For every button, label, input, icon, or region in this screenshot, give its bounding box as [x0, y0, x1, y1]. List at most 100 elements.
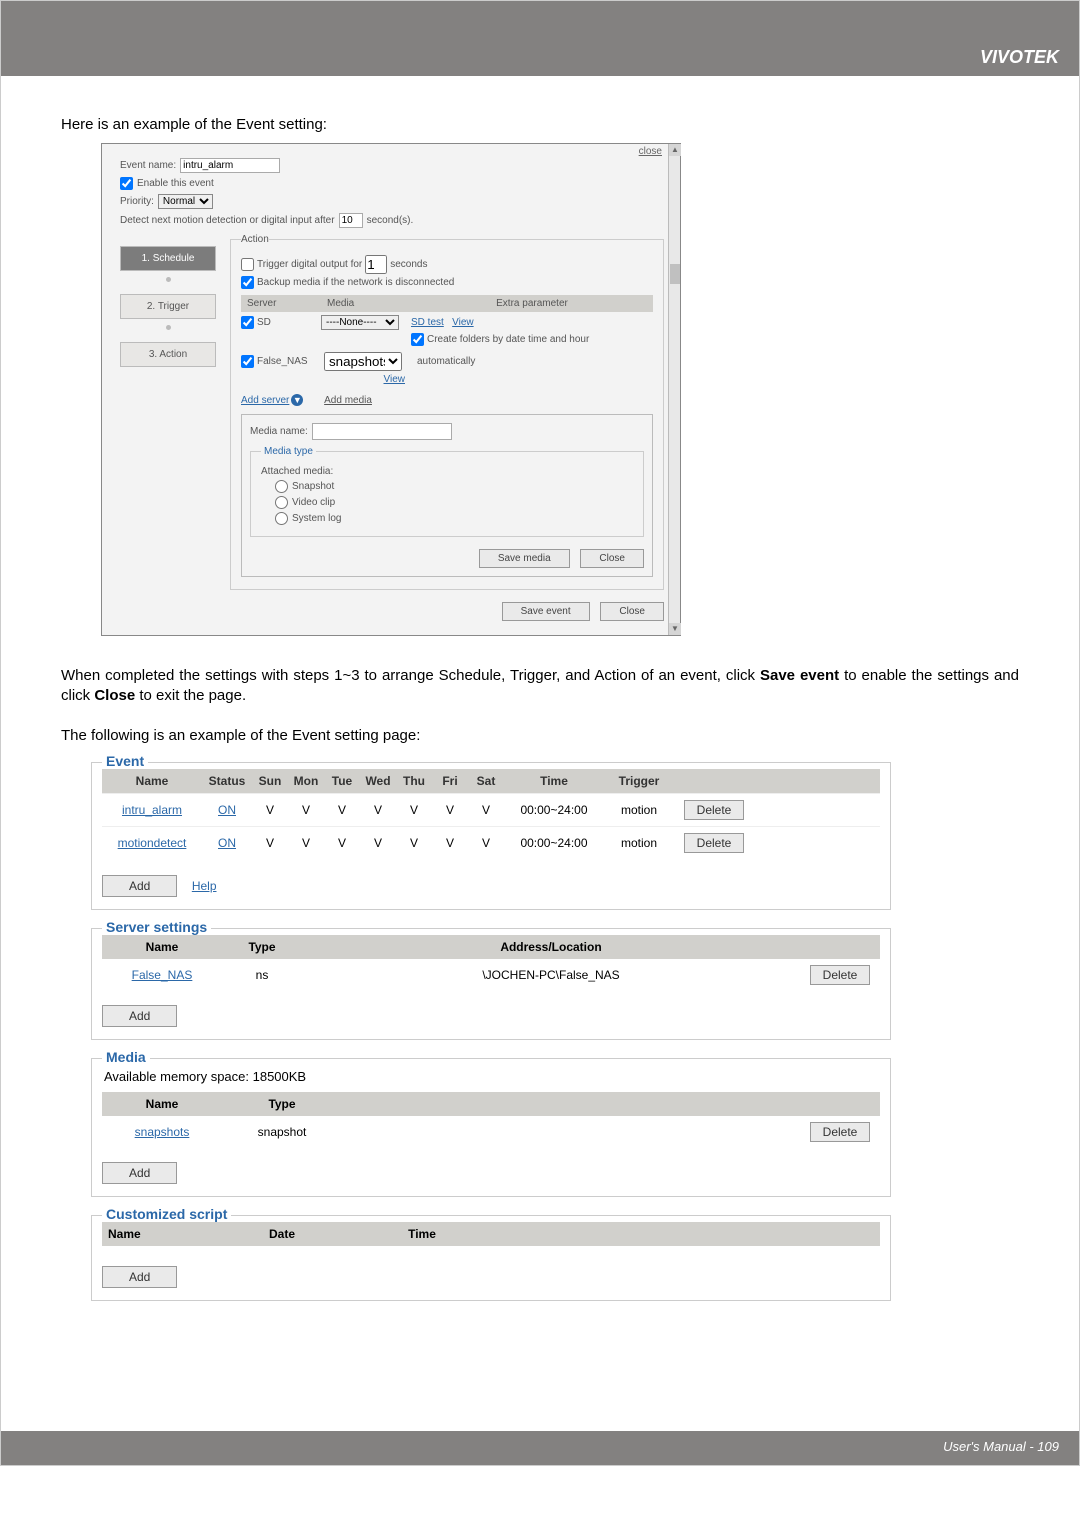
event-panel: Event Name Status Sun Mon Tue Wed Thu Fr… — [91, 762, 891, 910]
step-1-schedule[interactable]: 1. Schedule — [120, 246, 216, 271]
header-band: VIVOTEK — [1, 1, 1079, 76]
col-type: Type — [222, 1092, 342, 1116]
sd-media-select[interactable]: ----None---- — [321, 315, 399, 330]
add-server-button[interactable]: Add — [102, 1005, 177, 1027]
cell-time: 00:00~24:00 — [504, 797, 604, 823]
radio-video-clip[interactable] — [275, 496, 288, 509]
sd-checkbox[interactable] — [241, 316, 254, 329]
footer-band: User's Manual - 109 — [1, 1431, 1079, 1465]
add-script-button[interactable]: Add — [102, 1266, 177, 1288]
save-event-button[interactable]: Save event — [502, 602, 590, 621]
radio-snapshot[interactable] — [275, 480, 288, 493]
close-event-button[interactable]: Close — [600, 602, 664, 621]
cell-day: V — [288, 797, 324, 823]
col-type: Type — [222, 935, 302, 959]
col-sun: Sun — [252, 769, 288, 793]
cell-day: V — [396, 830, 432, 856]
server-name-link[interactable]: False_NAS — [132, 968, 193, 982]
media-name-input[interactable] — [312, 423, 452, 440]
cell-day: V — [252, 830, 288, 856]
cell-day: V — [432, 830, 468, 856]
scroll-down-arrow-icon[interactable]: ▼ — [669, 623, 681, 635]
server-panel-legend: Server settings — [102, 919, 211, 935]
detect-seconds-input[interactable] — [339, 213, 363, 228]
delete-button[interactable]: Delete — [810, 1122, 871, 1142]
col-wed: Wed — [360, 769, 396, 793]
delete-button[interactable]: Delete — [684, 833, 745, 853]
create-folders-checkbox[interactable] — [411, 333, 424, 346]
add-icon: ▼ — [291, 394, 303, 406]
col-address: Address/Location — [302, 935, 800, 959]
media-row: snapshots snapshot Delete — [102, 1116, 880, 1148]
priority-select[interactable]: Normal — [158, 194, 213, 209]
col-date: Date — [222, 1222, 342, 1246]
create-folders-label: Create folders by date time and hour — [427, 334, 589, 345]
event-status-link[interactable]: ON — [218, 803, 236, 817]
cell-day: V — [396, 797, 432, 823]
false-nas-checkbox[interactable] — [241, 355, 254, 368]
help-link[interactable]: Help — [192, 879, 217, 893]
cell-day: V — [252, 797, 288, 823]
event-status-link[interactable]: ON — [218, 836, 236, 850]
event-name-label: Event name: — [120, 160, 176, 171]
event-name-link[interactable]: motiondetect — [118, 836, 187, 850]
scrollbar[interactable]: ▲ ▼ — [668, 144, 680, 635]
auto-label: automatically — [417, 356, 475, 367]
sd-test-link[interactable]: SD test — [411, 317, 444, 328]
body-paragraph: When completed the settings with steps 1… — [61, 666, 1019, 707]
event-row: intru_alarm ON V V V V V V V 00:00~24:00… — [102, 793, 880, 826]
cell-day: V — [324, 797, 360, 823]
col-trigger: Trigger — [604, 769, 674, 793]
add-media-link[interactable]: Add media — [324, 395, 372, 406]
false-nas-label: False_NAS — [257, 356, 308, 367]
intro-text-2: The following is an example of the Event… — [61, 727, 1019, 744]
cell-trigger: motion — [604, 830, 674, 856]
server-settings-panel: Server settings Name Type Address/Locati… — [91, 928, 891, 1040]
intro-text-1: Here is an example of the Event setting: — [61, 116, 1019, 133]
sd-view-link[interactable]: View — [452, 317, 474, 328]
cell-time: 00:00~24:00 — [504, 830, 604, 856]
trigger-digital-checkbox[interactable] — [241, 258, 254, 271]
col-time: Time — [504, 769, 604, 793]
col-mon: Mon — [288, 769, 324, 793]
close-media-button[interactable]: Close — [580, 549, 644, 568]
media-name-link[interactable]: snapshots — [135, 1125, 190, 1139]
backup-media-checkbox[interactable] — [241, 276, 254, 289]
step-2-trigger[interactable]: 2. Trigger — [120, 294, 216, 319]
event-name-link[interactable]: intru_alarm — [122, 803, 182, 817]
add-media-button[interactable]: Add — [102, 1162, 177, 1184]
col-sat: Sat — [468, 769, 504, 793]
add-server-link[interactable]: Add server▼ — [241, 394, 303, 406]
trigger-digital-seconds-input[interactable] — [365, 255, 387, 274]
server-row: False_NAS ns \JOCHEN-PC\False_NAS Delete — [102, 959, 880, 991]
sd-label: SD — [257, 317, 271, 328]
col-status: Status — [202, 769, 252, 793]
false-nas-media-select[interactable]: snapshots — [324, 352, 402, 371]
media-panel-legend: Media — [102, 1049, 150, 1065]
delete-button[interactable]: Delete — [684, 800, 745, 820]
scroll-thumb[interactable] — [670, 264, 680, 284]
col-name: Name — [102, 1092, 222, 1116]
media-panel: Media Available memory space: 18500KB Na… — [91, 1058, 891, 1197]
delete-button[interactable]: Delete — [810, 965, 871, 985]
radio-system-log-label: System log — [292, 513, 341, 524]
radio-video-clip-label: Video clip — [292, 497, 335, 508]
radio-system-log[interactable] — [275, 512, 288, 525]
col-name: Name — [102, 935, 222, 959]
cell-day: V — [468, 797, 504, 823]
enable-event-checkbox[interactable] — [120, 177, 133, 190]
close-link[interactable]: close — [639, 146, 662, 157]
event-name-input[interactable] — [180, 158, 280, 173]
attached-media-label: Attached media: — [261, 466, 633, 477]
save-media-button[interactable]: Save media — [479, 549, 570, 568]
view-link-2[interactable]: View — [384, 374, 406, 385]
event-row: motiondetect ON V V V V V V V 00:00~24:0… — [102, 826, 880, 859]
trigger-digital-label: Trigger digital output for — [257, 259, 362, 270]
step-dot-icon — [166, 277, 171, 282]
add-event-button[interactable]: Add — [102, 875, 177, 897]
col-tue: Tue — [324, 769, 360, 793]
scroll-up-arrow-icon[interactable]: ▲ — [669, 144, 681, 156]
step-3-action[interactable]: 3. Action — [120, 342, 216, 367]
cell-day: V — [432, 797, 468, 823]
cell-day: V — [360, 797, 396, 823]
